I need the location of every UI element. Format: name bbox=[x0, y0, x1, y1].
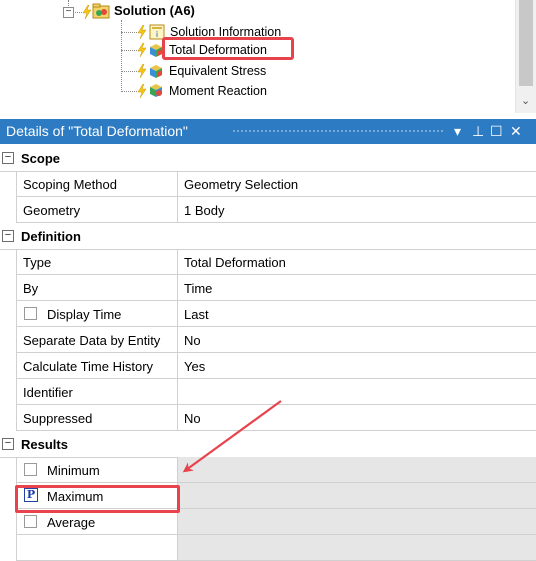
annotation-arrow bbox=[182, 400, 282, 473]
